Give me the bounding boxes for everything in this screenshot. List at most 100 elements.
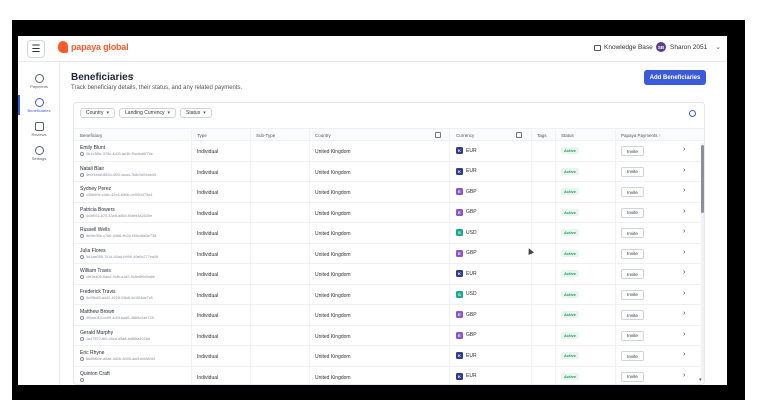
beneficiary-country: United Kingdom — [315, 169, 351, 176]
chevron-right-icon[interactable]: › — [683, 269, 685, 276]
table-row[interactable]: Patricia Bowers 4c0f091-870-43e8-a85d-f0d… — [74, 203, 704, 223]
chevron-right-icon[interactable]: › — [683, 146, 685, 153]
filter-label: Country — [86, 110, 104, 116]
user-icon — [80, 316, 84, 320]
invite-button[interactable]: Invite — [621, 289, 644, 300]
sidebar-item-label: Beneficiaries — [27, 107, 51, 113]
table-row[interactable]: Russell Wells 8b0fe35e-c766-44b8-9b2b-f30… — [74, 223, 704, 244]
invite-button[interactable]: Invite — [621, 269, 644, 279]
beneficiary-name: Patricia Bowers — [80, 206, 115, 213]
invite-button[interactable]: Invite — [621, 146, 644, 156]
sidebar-item-label: Reviews — [31, 131, 47, 137]
chevron-right-icon[interactable]: › — [683, 249, 685, 256]
table-row[interactable]: Natali Blair 4e0f1ea8-882d-4f20-acad-7b8c… — [74, 162, 704, 182]
beneficiary-type: Individual — [197, 231, 219, 237]
invite-button[interactable]: Invite — [621, 207, 644, 218]
table-row[interactable]: William Travis cbf1ea05-9aed-4cfb-a182-5c… — [74, 264, 704, 285]
sidebar: Payments Beneficiaries Reviews Settings — [18, 62, 60, 385]
status-badge: Active — [561, 372, 580, 380]
chevron-right-icon[interactable]: › — [683, 290, 685, 297]
beneficiary-type: Individual — [197, 292, 219, 299]
currency-code: GBP — [466, 250, 477, 256]
chevron-right-icon[interactable]: › — [683, 167, 685, 174]
col-type[interactable]: Type — [197, 133, 207, 138]
invite-button[interactable]: Invite — [621, 166, 644, 177]
chevron-down-icon: ▾ — [106, 110, 110, 116]
invite-button[interactable]: Invite — [621, 310, 644, 320]
sidebar-item-payments[interactable]: Payments — [18, 70, 60, 92]
table-row[interactable]: Eric Rhyne 86d8f60e-a5ae-4d2b-8406-aaf1cb… — [74, 346, 704, 367]
chevron-down-icon: ▾ — [167, 110, 171, 116]
beneficiary-id — [80, 377, 86, 382]
beneficiary-country: United Kingdom — [315, 374, 351, 381]
chevron-right-icon[interactable]: › — [683, 351, 685, 358]
col-subtype[interactable]: Sub-Type — [256, 133, 275, 138]
search-icon[interactable] — [689, 110, 696, 117]
currency-cell: K EUR — [456, 372, 477, 380]
payments-icon — [34, 73, 44, 83]
invite-button[interactable]: Invite — [621, 371, 644, 382]
table-row[interactable]: Matthew Brown 4f0ea014-cc95-4d0f-bad5-466… — [74, 305, 704, 326]
menu-icon[interactable]: ☰ — [27, 40, 45, 58]
knowledge-base-link[interactable]: Knowledge Base — [594, 44, 653, 51]
table-row[interactable]: Sydney Perez c35b69e-c4dc-42e4-b90b-ce9f0… — [74, 182, 704, 203]
table-row[interactable]: Quinton Craft Individual United Kingdom K EU… — [74, 367, 704, 385]
beneficiary-type: Individual — [197, 272, 219, 278]
filter-landing-currency[interactable]: Landing Currency ▾ — [119, 108, 177, 118]
col-papaya-payments[interactable]: Papaya Payments ↑ — [621, 133, 661, 138]
currency-code: GBP — [466, 311, 477, 318]
status-badge: Active — [561, 229, 580, 236]
sidebar-item-settings[interactable]: Settings — [18, 142, 60, 164]
beneficiary-name: Sydney Perez — [80, 186, 112, 192]
col-country[interactable]: Country — [315, 133, 331, 138]
user-icon — [80, 275, 84, 279]
invite-button[interactable]: Invite — [621, 330, 644, 341]
col-tags[interactable]: Tags — [537, 133, 547, 138]
col-status[interactable]: Status — [561, 133, 574, 138]
logo[interactable]: papaya global — [58, 41, 129, 53]
user-icon — [80, 152, 84, 156]
chevron-right-icon[interactable]: › — [683, 228, 685, 235]
beneficiary-id: 4f0ea014-cc95-4d0f-bad5-4669c2ae728 — [80, 316, 154, 320]
currency-code: GBP — [466, 332, 477, 338]
scroll-down-icon[interactable]: ▾ — [699, 377, 702, 383]
col-beneficiary[interactable]: Beneficiary — [80, 133, 102, 138]
filter-country[interactable]: Country ▾ — [80, 108, 116, 118]
sidebar-item-reviews[interactable]: Reviews — [18, 118, 60, 140]
filter-status[interactable]: Status ▾ — [180, 108, 212, 118]
chevron-right-icon[interactable]: › — [683, 208, 685, 215]
invite-button[interactable]: Invite — [621, 351, 644, 361]
chevron-right-icon[interactable]: › — [683, 187, 685, 194]
invite-button[interactable]: Invite — [621, 228, 644, 238]
beneficiary-id: 86d8f60e-a5ae-4d2b-8406-aaf1cbb5f2d4 — [80, 357, 155, 361]
currency-cell: K EUR — [456, 270, 477, 277]
table-row[interactable]: Emily Blunt 0b1c3f8e-378c-4c05-ae3b-f0a4e… — [74, 141, 704, 162]
user-icon — [80, 336, 84, 341]
col-currency[interactable]: Currency — [456, 133, 474, 138]
knowledge-base-label: Knowledge Base — [604, 44, 653, 51]
chevron-right-icon[interactable]: › — [683, 310, 685, 317]
invite-button[interactable]: Invite — [621, 248, 644, 259]
chevron-right-icon[interactable]: › — [683, 372, 685, 379]
table-row[interactable]: Frederick Travis 5c09b89-a442-4028-93b8-4… — [74, 285, 704, 305]
table-row[interactable]: Gerald Murphy 1e47672-fb0-45cd-a5a8-bd86f… — [74, 326, 704, 346]
sidebar-item-beneficiaries[interactable]: Beneficiaries — [18, 94, 60, 116]
column-filter-icon[interactable] — [516, 132, 522, 138]
table-row[interactable]: Julia Flores 5a1ae058-7c1d-40ad-b999-40e6… — [74, 244, 704, 264]
scrollbar-thumb[interactable] — [701, 145, 704, 213]
chevron-down-icon[interactable]: ⌄ — [715, 43, 721, 51]
status-badge: Active — [561, 311, 580, 318]
currency-badge-icon: S — [456, 229, 463, 236]
user-icon — [80, 295, 84, 300]
beneficiary-country: United Kingdom — [315, 210, 351, 217]
invite-button[interactable]: Invite — [621, 187, 644, 197]
beneficiary-name: Frederick Travis — [80, 288, 116, 295]
column-filter-icon[interactable] — [435, 132, 441, 138]
beneficiary-id: 5a1ae058-7c1d-40ad-b999-40e6c277ea08 — [80, 254, 158, 259]
chevron-right-icon[interactable]: › — [683, 331, 685, 338]
add-beneficiaries-button[interactable]: Add Beneficiaries — [644, 70, 706, 85]
user-menu[interactable]: SB Sharon 2051 ⌄ — [656, 42, 721, 52]
currency-cell: S USD — [456, 229, 477, 236]
currency-cell: K EUR — [456, 352, 477, 359]
beneficiary-name: Natali Blair — [80, 165, 105, 172]
